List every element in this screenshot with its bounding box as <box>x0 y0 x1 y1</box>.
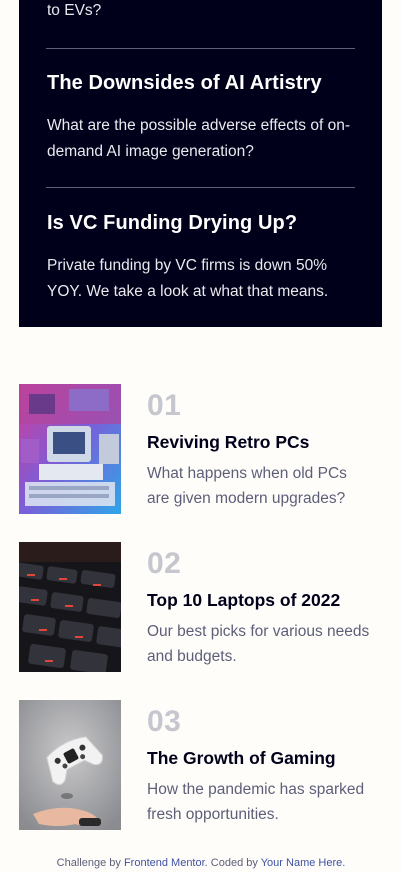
article-title[interactable]: The Growth of Gaming <box>147 747 336 769</box>
article-description: How the pandemic has sparked fresh oppor… <box>147 781 365 823</box>
author-link[interactable]: Your Name Here <box>261 857 343 869</box>
article-title[interactable]: Reviving Retro PCs <box>147 431 309 453</box>
divider <box>46 48 355 49</box>
attribution-prefix: Challenge by <box>56 857 121 869</box>
attribution-middle: . Coded by <box>204 857 258 869</box>
new-item-description: What are the possible adverse effects of… <box>47 117 350 160</box>
new-item-title[interactable]: Is VC Funding Drying Up? <box>47 212 297 235</box>
article-item: 03 The Growth of Gaming How the pandemic… <box>19 700 382 830</box>
article-number: 02 <box>147 547 182 580</box>
keyboard-image <box>19 542 121 672</box>
attribution-suffix: . <box>342 857 346 869</box>
gamepad-image <box>19 700 121 830</box>
new-item-partial-description: to EVs? <box>47 2 102 19</box>
new-item-description: Private funding by VC firms is down 50% … <box>47 257 329 300</box>
article-description: Our best picks for various needs and bud… <box>147 623 370 665</box>
retro-pc-image <box>19 384 121 514</box>
article-title[interactable]: Top 10 Laptops of 2022 <box>147 589 340 611</box>
article-description: What happens when old PCs are given mode… <box>147 465 347 507</box>
new-articles-panel: to EVs? The Downsides of AI Artistry Wha… <box>19 0 382 327</box>
frontend-mentor-link[interactable]: Frontend Mentor <box>124 857 205 869</box>
new-item-title[interactable]: The Downsides of AI Artistry <box>47 72 322 95</box>
article-number: 01 <box>147 389 182 422</box>
divider <box>46 187 355 188</box>
article-number: 03 <box>147 705 182 738</box>
attribution: Challenge by Frontend Mentor. Coded by Y… <box>0 857 402 869</box>
article-item: 02 Top 10 Laptops of 2022 Our best picks… <box>19 542 382 672</box>
article-item: 01 Reviving Retro PCs What happens when … <box>19 384 382 514</box>
